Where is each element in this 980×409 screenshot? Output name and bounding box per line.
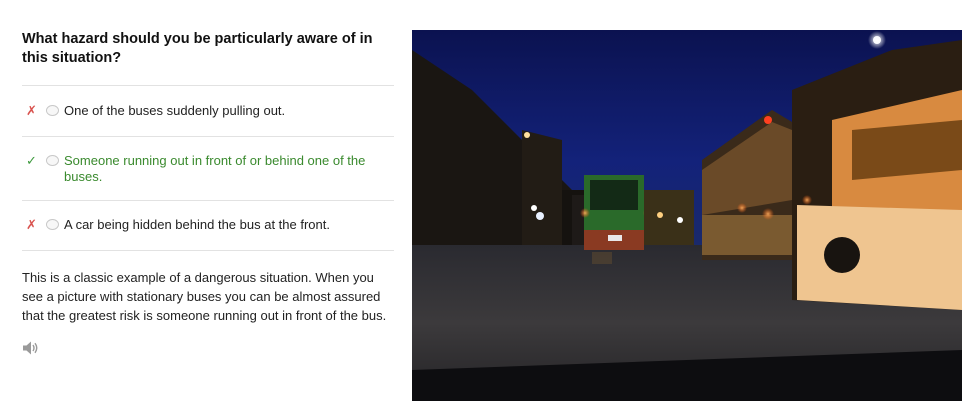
cross-icon: ✗ [26, 103, 37, 118]
answer-option-3[interactable]: ✗ A car being hidden behind the bus at t… [22, 201, 394, 251]
cross-icon: ✗ [26, 217, 37, 232]
radio-button[interactable] [46, 219, 59, 230]
answer-option-label: A car being hidden behind the bus at the… [64, 217, 330, 232]
answer-option-2[interactable]: ✓ Someone running out in front of or beh… [22, 137, 394, 201]
question-text: What hazard should you be particularly a… [22, 30, 394, 86]
question-column: What hazard should you be particularly a… [22, 30, 394, 356]
check-icon: ✓ [26, 153, 37, 168]
answer-option-1[interactable]: ✗ One of the buses suddenly pulling out. [22, 86, 394, 137]
answer-option-label: One of the buses suddenly pulling out. [64, 103, 286, 118]
explanation-text: This is a classic example of a dangerous… [22, 270, 387, 323]
speaker-icon[interactable] [22, 340, 40, 356]
radio-button[interactable] [46, 105, 59, 116]
question-panel: What hazard should you be particularly a… [0, 0, 980, 409]
answer-option-label: Someone running out in front of or behin… [64, 153, 366, 184]
night-street-with-buses-photo [412, 30, 962, 401]
radio-button[interactable] [46, 155, 59, 166]
